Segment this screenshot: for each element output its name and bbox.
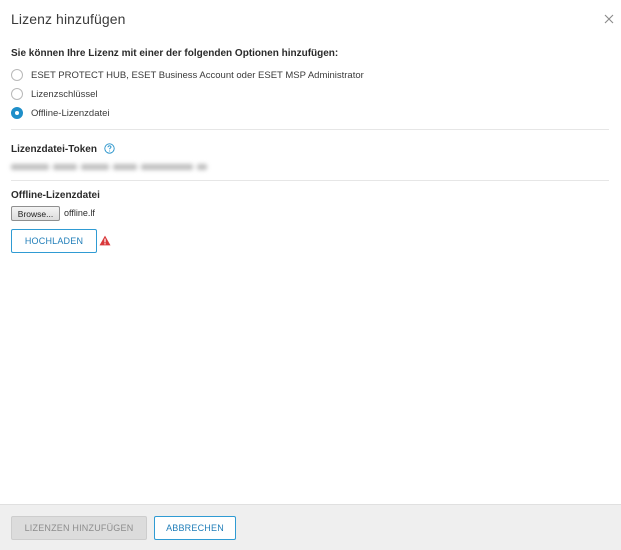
radio-option-offline-file[interactable]: Offline-Lizenzdatei bbox=[11, 106, 110, 120]
divider bbox=[11, 129, 609, 130]
divider bbox=[11, 180, 609, 181]
token-value-blurred bbox=[11, 162, 207, 172]
radio-button[interactable] bbox=[11, 88, 23, 100]
add-licenses-button[interactable]: LIZENZEN HINZUFÜGEN bbox=[11, 516, 147, 540]
radio-button[interactable] bbox=[11, 69, 23, 81]
token-heading: Lizenzdatei-Token bbox=[11, 143, 115, 155]
dialog-footer: LIZENZEN HINZUFÜGEN ABBRECHEN bbox=[0, 504, 621, 550]
cancel-button[interactable]: ABBRECHEN bbox=[154, 516, 236, 540]
radio-label: Offline-Lizenzdatei bbox=[31, 107, 110, 119]
radio-label: ESET PROTECT HUB, ESET Business Account … bbox=[31, 69, 364, 81]
help-circle-icon[interactable] bbox=[104, 143, 115, 154]
upload-button[interactable]: HOCHLADEN bbox=[11, 229, 97, 253]
close-icon[interactable] bbox=[602, 12, 616, 26]
warning-triangle-icon bbox=[99, 235, 111, 246]
offline-file-heading: Offline-Lizenzdatei bbox=[11, 190, 100, 201]
radio-label: Lizenzschlüssel bbox=[31, 88, 98, 100]
token-label: Lizenzdatei-Token bbox=[11, 144, 97, 155]
browse-button[interactable]: Browse... bbox=[11, 206, 60, 221]
license-dialog: Lizenz hinzufügen Sie können Ihre Lizenz… bbox=[0, 0, 621, 550]
radio-option-license-key[interactable]: Lizenzschlüssel bbox=[11, 87, 98, 101]
selected-file-name: offline.lf bbox=[64, 208, 95, 218]
dialog-title: Lizenz hinzufügen bbox=[11, 11, 126, 27]
options-heading: Sie können Ihre Lizenz mit einer der fol… bbox=[11, 48, 339, 59]
radio-option-eset-hub[interactable]: ESET PROTECT HUB, ESET Business Account … bbox=[11, 68, 364, 82]
radio-button-selected[interactable] bbox=[11, 107, 23, 119]
